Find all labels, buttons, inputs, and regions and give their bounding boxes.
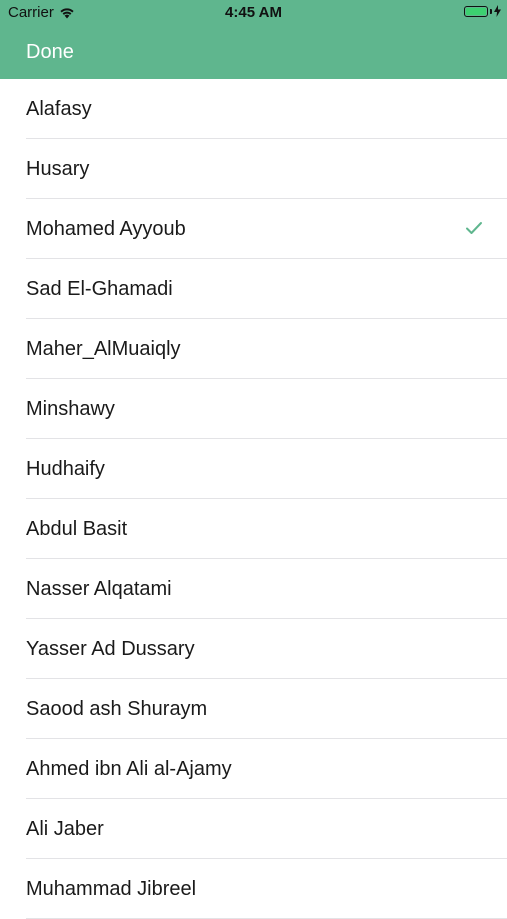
reciter-label: Yasser Ad Dussary (26, 638, 195, 660)
reciter-label: Abdul Basit (26, 518, 128, 540)
reciter-row[interactable]: Hudhaify (0, 439, 507, 499)
reciter-row[interactable]: Mohamed Ayyoub (0, 199, 507, 259)
battery-cap (490, 8, 492, 14)
reciter-row[interactable]: Alafasy (0, 79, 507, 139)
reciter-row[interactable]: Ali Jaber (0, 799, 507, 859)
reciter-label: Maher_AlMuaiqly (26, 338, 181, 360)
reciter-row[interactable]: Nasser Alqatami (0, 559, 507, 619)
checkmark-icon (466, 222, 482, 234)
reciter-list: Alafasy Husary Mohamed Ayyoub Sad El-Ghamad… (0, 79, 507, 919)
battery-fill (466, 7, 486, 15)
done-button[interactable]: Done (26, 26, 74, 79)
reciter-row[interactable]: Sad El-Ghamadi (0, 259, 507, 319)
battery-icon (464, 5, 488, 17)
reciter-row[interactable]: Minshawy (0, 379, 507, 439)
navigation-bar: Done (0, 26, 507, 79)
reciter-label: Husary (26, 158, 90, 180)
reciter-row[interactable]: Muhammad Jibreel (0, 859, 507, 919)
reciter-row[interactable]: Ahmed ibn Ali al-Ajamy (0, 739, 507, 799)
reciter-label: Minshawy (26, 398, 115, 420)
reciter-row[interactable]: Abdul Basit (0, 499, 507, 559)
reciter-row[interactable]: Husary (0, 139, 507, 199)
status-bar: Carrier 4:45 AM (0, 0, 507, 26)
reciter-label: Hudhaify (26, 458, 105, 480)
status-time: 4:45 AM (225, 4, 282, 21)
reciter-label: Saood ash Shuraym (26, 698, 208, 720)
reciter-row[interactable]: Maher_AlMuaiqly (0, 319, 507, 379)
battery-indicator (464, 5, 501, 17)
reciter-label: Sad El-Ghamadi (26, 278, 173, 300)
reciter-label: Nasser Alqatami (26, 578, 172, 600)
reciter-label: Mohamed Ayyoub (26, 218, 186, 240)
charging-bolt-icon (494, 5, 501, 17)
reciter-label: Ahmed ibn Ali al-Ajamy (26, 758, 232, 780)
reciter-label: Muhammad Jibreel (26, 878, 197, 900)
reciter-label: Alafasy (26, 98, 92, 120)
reciter-row[interactable]: Yasser Ad Dussary (0, 619, 507, 679)
reciter-label: Ali Jaber (26, 818, 104, 840)
reciter-row[interactable]: Saood ash Shuraym (0, 679, 507, 739)
